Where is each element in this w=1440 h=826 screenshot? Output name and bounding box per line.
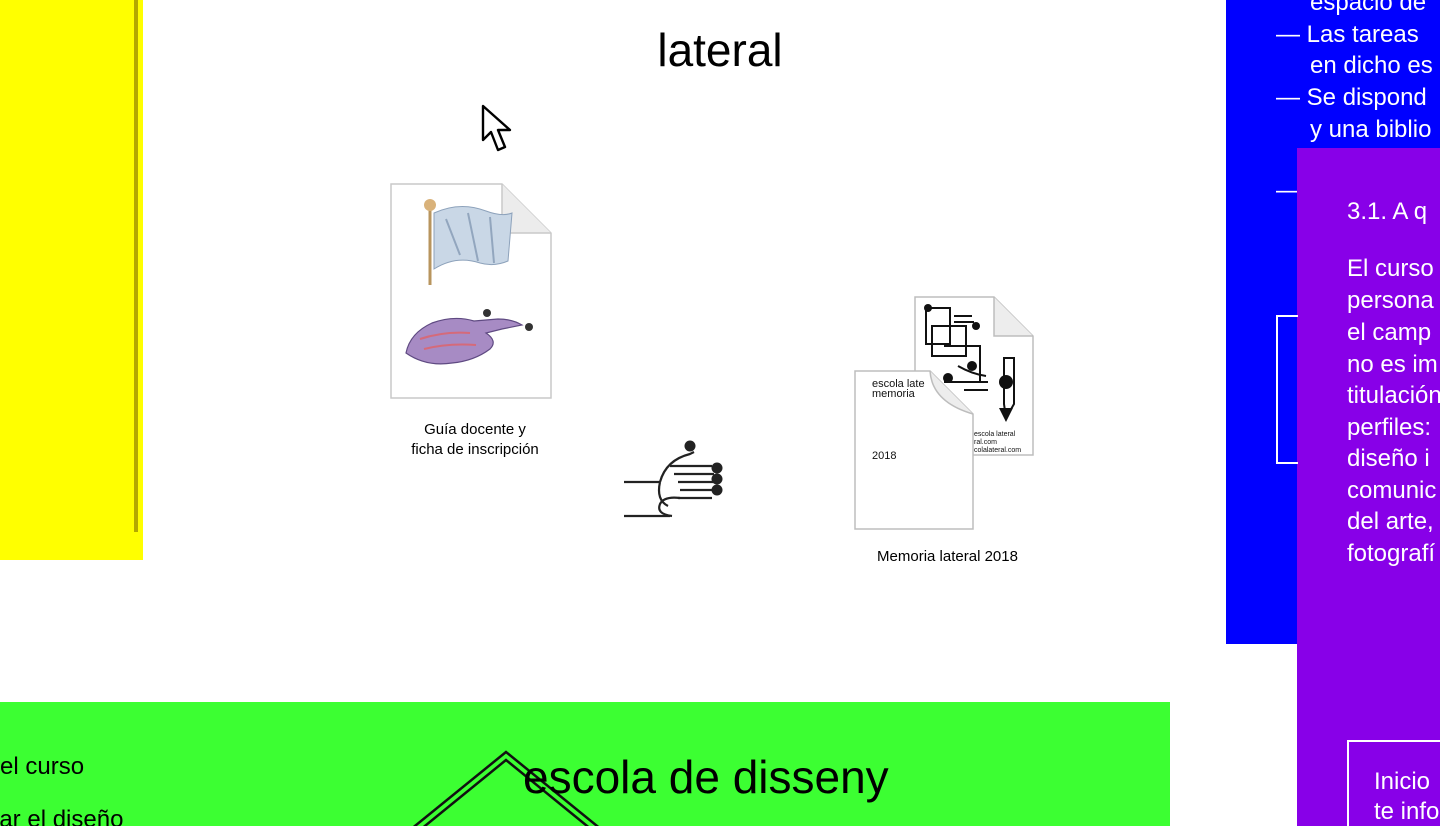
purple-body-line: El curso: [1347, 255, 1434, 282]
purple-body-line: comunic: [1347, 477, 1437, 504]
memoria-back-text-1: escola lateral: [974, 431, 1016, 438]
document-icon: escola late memoria 2018: [854, 370, 974, 530]
purple-body-line: persona: [1347, 287, 1434, 314]
guide-document-icon[interactable]: [390, 183, 552, 399]
blue-text-line: — Se dispond: [1276, 84, 1427, 111]
green-window-title: escola de disseny: [523, 751, 889, 803]
memoria-front-document-icon[interactable]: escola late memoria 2018: [854, 370, 974, 530]
guide-document-label[interactable]: Guía docente y: [380, 420, 570, 440]
outline-box[interactable]: [1276, 315, 1298, 464]
yellow-window[interactable]: [0, 0, 143, 560]
purple-body-line: no es im: [1347, 351, 1438, 378]
guide-document-label-line2[interactable]: ficha de inscripción: [380, 440, 570, 460]
green-text-line: lar el diseño: [0, 806, 124, 826]
blue-text-line: — Las tareas: [1276, 21, 1419, 48]
page-title: lateral: [657, 24, 783, 76]
blue-text-line: espacio de: [1310, 0, 1427, 16]
purple-heading: 3.1. A q: [1347, 198, 1428, 225]
purple-body-line: titulación: [1347, 382, 1440, 409]
memoria-back-text-2: ral.com: [974, 439, 997, 446]
memoria-year: 2018: [872, 450, 896, 462]
purple-body-line: el camp: [1347, 319, 1432, 346]
memoria-document-label[interactable]: Memoria lateral 2018: [850, 547, 1045, 567]
purple-body-line: fotografí: [1347, 540, 1436, 567]
green-window[interactable]: escola de disseny el curso lar el diseño: [0, 702, 1170, 826]
purple-box-text[interactable]: Inicio: [1374, 767, 1430, 797]
blue-text-line: y una biblio: [1310, 116, 1432, 143]
purple-body-line: perfiles:: [1347, 414, 1432, 441]
document-icon: [390, 183, 552, 399]
mouse-cursor-icon: [480, 104, 522, 156]
purple-window[interactable]: 3.1. A q El curso persona el camp no es …: [1297, 148, 1440, 826]
blue-text-line: en dicho es: [1310, 52, 1433, 79]
purple-box-text[interactable]: te info: [1374, 797, 1439, 826]
hand-drawing: [624, 440, 723, 518]
purple-body-line: del arte,: [1347, 508, 1434, 535]
purple-body-line: diseño i: [1347, 445, 1430, 472]
yellow-window-scrollbar[interactable]: [134, 0, 138, 532]
green-text-line: el curso: [0, 753, 85, 780]
memoria-header-line2: memoria: [872, 388, 916, 400]
memoria-back-text-3: colalateral.com: [974, 447, 1021, 454]
pointing-hand-icon[interactable]: [620, 436, 730, 524]
